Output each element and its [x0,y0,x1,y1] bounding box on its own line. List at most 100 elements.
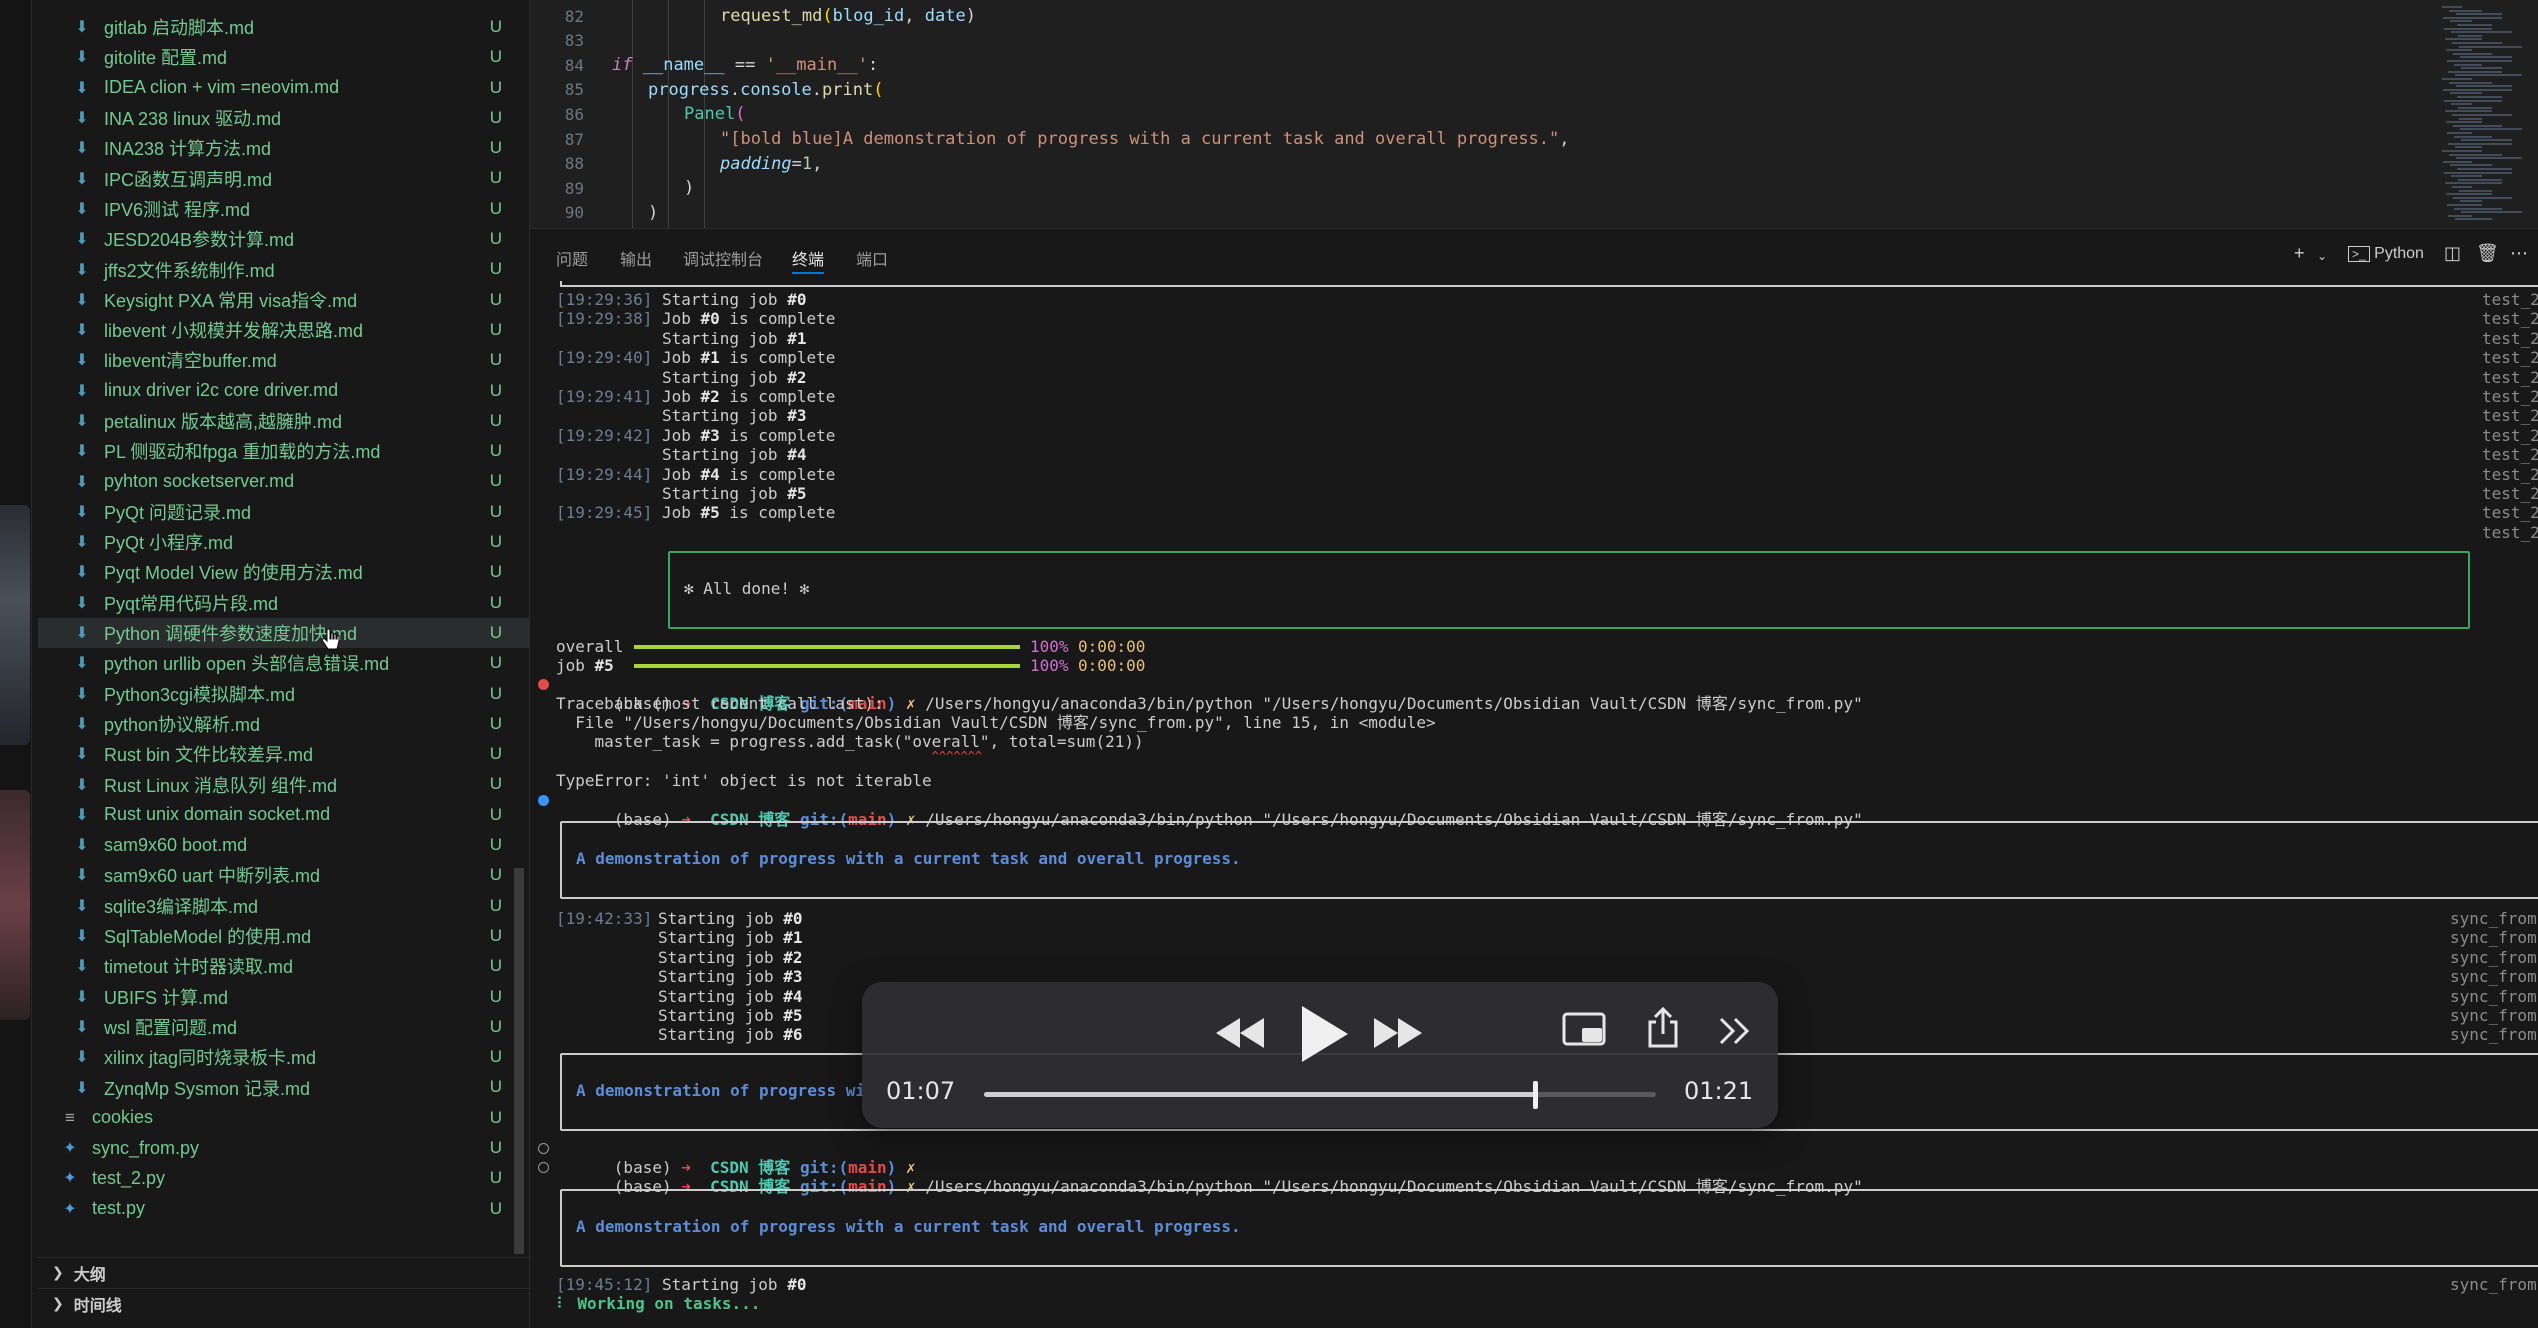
file-tree-item[interactable]: ⬇ wsl 配置问题.md U [38,1012,530,1042]
file-tree-item[interactable]: ⬇ Rust unix domain socket.md U [38,800,530,830]
file-tree-item[interactable]: ⬇ linux driver i2c core driver.md U [38,376,530,406]
code-line[interactable]: 85 progress.console.print( [530,78,2430,102]
file-tree-item[interactable]: ⬇ SqlTableModel 的使用.md U [38,921,530,951]
chevron-double-right-icon[interactable] [1718,1016,1752,1046]
file-tree-item[interactable]: ⬇ INA 238 linux 驱动.md U [38,103,530,133]
scrubber-handle[interactable] [1533,1081,1539,1109]
terminal-shell-selector[interactable]: >_ Python [2348,245,2424,263]
job-pct: 100% [1030,656,1069,675]
tab-problems[interactable]: 问题 [556,246,588,270]
tab-output[interactable]: 输出 [620,246,652,270]
file-name: Python 调硬件参数速度加快.md [104,624,358,645]
rewind-icon[interactable] [1214,1016,1266,1050]
tab-terminal[interactable]: 终端 [792,246,825,274]
file-name: ZynqMp Sysmon 记录.md [104,1078,311,1099]
file-tree-item[interactable]: ⬇ python urllib open 头部信息错误.md U [38,648,530,678]
code-line[interactable]: 83 [530,29,2430,53]
fast-forward-icon[interactable] [1372,1016,1424,1050]
markdown-file-icon: ⬇ [75,473,89,491]
file-tree-item[interactable]: ⬇ INA238 计算方法.md U [38,133,530,163]
file-tree-item[interactable]: ✦ test_2.py U [38,1163,530,1193]
file-tree-item[interactable]: ⬇ pyhton socketserver.md U [38,466,530,496]
source-file-label: sync_from [2450,909,2537,928]
file-tree-item[interactable]: ⬇ jffs2文件系统制作.md U [38,254,530,284]
source-file-label: sync_from [2450,1025,2537,1045]
file-tree-item[interactable]: ⬇ timetout 计时器读取.md U [38,951,530,981]
minimap-line [2460,200,2482,203]
file-tree-item[interactable]: ⬇ JESD204B参数计算.md U [38,224,530,254]
play-icon[interactable] [1298,1004,1352,1064]
source-file-label: sync_from [2450,947,2537,967]
file-tree-item[interactable]: ⬇ libevent清空buffer.md U [38,345,530,375]
more-actions-icon[interactable]: ⋯ [2510,243,2528,264]
file-tree-item[interactable]: ⬇ PL 侧驱动和fpga 重加载的方法.md U [38,436,530,466]
git-status-badge: U [489,1137,502,1157]
code-line[interactable]: 86 Panel( [530,102,2430,126]
code-line[interactable]: 87 "[bold blue]A demonstration of progres… [530,127,2430,151]
file-tree-item[interactable]: ⬇ petalinux 版本越高,越臃肿.md U [38,406,530,436]
file-tree-item[interactable]: ⬇ ZynqMp Sysmon 记录.md U [38,1072,530,1102]
chevron-right-icon: ❯ [52,1295,64,1311]
timeline-section[interactable]: ❯ 时间线 [38,1288,530,1318]
traceback-file: File "/Users/hongyu/Documents/Obsidian V… [556,713,1436,732]
file-tree-item[interactable]: ⬇ PyQt 问题记录.md U [38,497,530,527]
file-tree-item[interactable]: ⬇ gitolite 配置.md U [38,42,530,72]
code-line[interactable]: 88 padding=1, [530,152,2430,176]
git-status-badge: U [489,229,502,249]
file-tree-item[interactable]: ⬇ Pyqt常用代码片段.md U [38,588,530,618]
file-tree-item[interactable]: ⬇ Python 调硬件参数速度加快.md U [38,617,530,649]
chevron-down-icon[interactable]: ⌄ [2317,249,2327,263]
trash-icon[interactable]: 🗑 [2476,243,2499,264]
source-file-label: test_2 [2482,406,2538,426]
file-tree-item[interactable]: ⬇ Python3cgi模拟脚本.md U [38,679,530,709]
file-tree-item[interactable]: ⬇ xilinx jtag同时烧录板卡.md U [38,1042,530,1072]
share-icon[interactable] [1646,1006,1680,1048]
file-tree-item[interactable]: ✦ sync_from.py U [38,1133,530,1163]
minimap-line [2461,67,2502,70]
new-terminal-plus-icon[interactable]: + [2294,243,2305,264]
markdown-file-icon: ⬇ [75,776,89,794]
panel-tab-bar: 问题 输出 调试控制台 终端 端口 + ⌄ >_ Python ◫ 🗑 ⋯ [530,229,2538,281]
sidebar-scrollbar[interactable] [514,868,524,1254]
tab-ports[interactable]: 端口 [856,246,888,270]
code-text: "[bold blue]A demonstration of progress … [720,129,1570,149]
minimap-line [2451,175,2482,178]
picture-in-picture-icon[interactable] [1562,1012,1606,1048]
file-tree-item[interactable]: ⬇ IPC函数互调声明.md U [38,163,530,193]
code-line[interactable]: 89) [530,176,2430,200]
playback-scrubber[interactable] [984,1081,1656,1109]
code-editor[interactable]: 82 request_md(blog_id, date) 83 84 if __name… [530,0,2538,228]
file-tree-item[interactable]: ⬇ gitlab 启动脚本.md U [38,12,530,42]
code-line[interactable]: 84 if __name__ == '__main__': [530,53,2430,77]
terminal-output[interactable]: [19:29:36] Starting job #0 [19:29:38] Job… [530,281,2538,1328]
code-text: padding=1, [720,153,823,174]
file-tree-item[interactable]: ⬇ PyQt 小程序.md U [38,527,530,557]
outline-section[interactable]: ❯ 大纲 [38,1257,530,1287]
file-tree-item[interactable]: ⬇ libevent 小规模并发解决思路.md U [38,315,530,345]
file-tree-item[interactable]: ✦ test.py U [38,1194,530,1224]
source-file-label: test_2 [2482,522,2538,542]
tab-debug-console[interactable]: 调试控制台 [683,246,763,270]
log-line: Starting job #4 [658,986,803,1006]
file-tree-item[interactable]: ⬇ UBIFS 计算.md U [38,982,530,1012]
source-file-label: test_2 [2482,309,2538,329]
type-error-line: TypeError: 'int' object is not iterable [556,771,932,790]
file-tree-item[interactable]: ≡ cookies U [38,1103,530,1133]
file-name: sam9x60 uart 中断列表.md [104,866,321,887]
minimap[interactable] [2438,0,2538,228]
file-tree-item[interactable]: ⬇ IPV6测试 程序.md U [38,194,530,224]
file-tree-item[interactable]: ⬇ sam9x60 boot.md U [38,830,530,860]
file-tree-item[interactable]: ⬇ Keysight PXA 常用 visa指令.md U [38,285,530,315]
code-line[interactable]: 90) [530,201,2430,225]
file-tree-item[interactable]: ⬇ Rust Linux 消息队列 组件.md U [38,769,530,799]
file-tree-item[interactable]: ⬇ sam9x60 uart 中断列表.md U [38,860,530,890]
file-tree-item[interactable]: ⬇ Pyqt Model View 的使用方法.md U [38,557,530,587]
file-tree-item[interactable]: ⬇ Rust bin 文件比较差异.md U [38,739,530,769]
code-line[interactable]: 82 request_md(blog_id, date) [530,4,2430,28]
split-terminal-icon[interactable]: ◫ [2444,243,2461,264]
git-status-badge: U [489,1107,502,1127]
minimap-line [2444,171,2512,174]
file-tree-item[interactable]: ⬇ python协议解析.md U [38,709,530,739]
file-tree-item[interactable]: ⬇ IDEA clion + vim =neovim.md U [38,73,530,103]
file-tree-item[interactable]: ⬇ sqlite3编译脚本.md U [38,891,530,921]
